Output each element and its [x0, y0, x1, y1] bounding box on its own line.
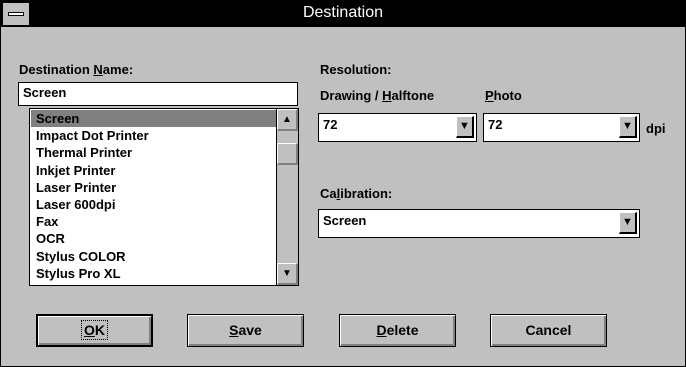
title-bar[interactable]: Destination	[1, 1, 685, 27]
destination-list-item[interactable]: Impact Dot Printer	[31, 127, 277, 144]
scrollbar-thumb[interactable]	[277, 143, 298, 165]
destination-name-label: Destination Name:	[19, 62, 134, 77]
drawing-halftone-dropdown[interactable]: 72 ▼	[318, 113, 477, 142]
save-button[interactable]: Save	[187, 314, 304, 347]
resolution-label: Resolution:	[320, 62, 392, 77]
drawing-halftone-label: Drawing / Halftone	[320, 88, 435, 103]
destination-dialog: Destination Destination Name: Screen Scr…	[0, 0, 686, 367]
scroll-down-arrow-icon[interactable]: ▼	[277, 263, 298, 285]
dpi-unit-label: dpi	[646, 121, 666, 136]
destination-listbox[interactable]: Screen Impact Dot Printer Thermal Printer I…	[29, 108, 299, 286]
scroll-up-arrow-icon[interactable]: ▲	[277, 109, 298, 131]
dropdown-arrow-icon[interactable]: ▼	[619, 116, 637, 138]
dropdown-arrow-icon[interactable]: ▼	[619, 212, 637, 234]
destination-list-item[interactable]: Laser Printer	[31, 179, 277, 196]
destination-list-item[interactable]: Stylus COLOR	[31, 248, 277, 265]
dropdown-arrow-icon[interactable]: ▼	[456, 116, 474, 138]
cancel-button[interactable]: Cancel	[490, 314, 607, 347]
destination-list-item[interactable]: OCR	[31, 230, 277, 247]
destination-list-item[interactable]: Thermal Printer	[31, 144, 277, 161]
destination-list-item[interactable]: Stylus Pro XL	[31, 265, 277, 282]
ok-button[interactable]: OK	[36, 314, 153, 347]
destination-list: Screen Impact Dot Printer Thermal Printer I…	[31, 110, 277, 282]
destination-list-item[interactable]: Inkjet Printer	[31, 162, 277, 179]
calibration-value: Screen	[323, 213, 367, 228]
destination-name-input[interactable]: Screen	[18, 82, 298, 106]
calibration-dropdown[interactable]: Screen ▼	[318, 209, 640, 238]
destination-list-item[interactable]: Laser 600dpi	[31, 196, 277, 213]
photo-label: Photo	[485, 88, 522, 103]
destination-list-item[interactable]: Screen	[31, 110, 277, 128]
listbox-scrollbar[interactable]: ▲ ▼	[276, 109, 298, 285]
photo-value: 72	[488, 117, 503, 132]
destination-list-item[interactable]: Fax	[31, 213, 277, 230]
delete-button[interactable]: Delete	[339, 314, 456, 347]
calibration-label: Calibration:	[320, 186, 393, 201]
photo-dropdown[interactable]: 72 ▼	[483, 113, 640, 142]
drawing-halftone-value: 72	[323, 117, 338, 132]
window-title: Destination	[302, 4, 384, 21]
